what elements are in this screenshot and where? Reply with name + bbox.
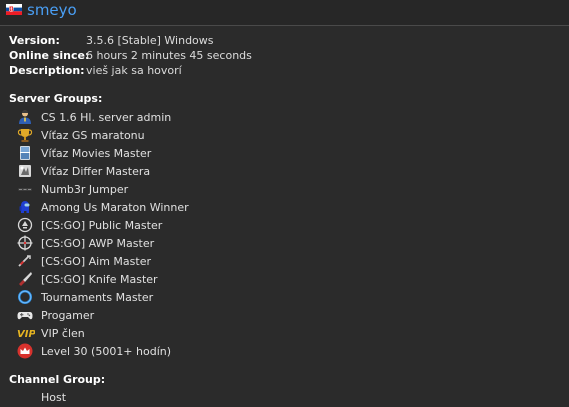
movie-icon [17,145,33,161]
trophy-icon [17,127,33,143]
server-group-label: Víťaz GS maratonu [41,129,145,142]
admin-person-icon [17,109,33,125]
server-group-label: CS 1.6 Hl. server admin [41,111,172,124]
description-value: vieš jak sa hovorí [86,64,182,77]
online-since-label: Online since: [9,49,90,62]
server-group-label: Víťaz Differ Mastera [41,165,151,178]
version-row: Version: 3.5.6 [Stable] Windows [9,33,214,48]
server-groups-title: Server Groups: [9,92,103,105]
channel-group-title: Channel Group: [9,373,106,386]
server-group-label: [CS:GO] Aim Master [41,255,151,268]
server-group-label: Among Us Maraton Winner [41,201,189,214]
description-label: Description: [9,64,85,77]
client-header: smeyo [0,0,569,26]
knife-icon [17,271,33,287]
version-label: Version: [9,34,60,47]
version-value: 3.5.6 [Stable] Windows [86,34,214,47]
server-group-label: Progamer [41,309,95,322]
description-row: Description:vieš jak sa hovorí [9,63,182,78]
server-group-label: [CS:GO] Public Master [41,219,163,232]
differ-icon [17,163,33,179]
ring-icon [17,289,33,305]
server-group-label: Víťaz Movies Master [41,147,152,160]
among-us-icon [17,199,33,215]
server-group-label: Numb3r Jumper [41,183,129,196]
online-since-value: 6 hours 2 minutes 45 seconds [86,49,252,62]
crosshair-icon [17,235,33,251]
online-since-row: Online since:6 hours 2 minutes 45 second… [9,48,252,63]
channel-group-value: Host [41,391,67,404]
public-master-icon [17,217,33,233]
jumper-icon [17,181,33,197]
client-nickname: smeyo [27,1,77,19]
slovakia-flag-icon [6,4,22,15]
server-group-label: Level 30 (5001+ hodín) [41,345,172,358]
server-group-label: Tournaments Master [41,291,154,304]
vip-icon: VIP [17,325,35,341]
gamepad-icon [17,307,33,323]
server-group-label: VIP člen [41,327,85,340]
svg-text:VIP: VIP [17,329,35,340]
crown-icon [17,343,33,359]
server-group-label: [CS:GO] AWP Master [41,237,155,250]
aim-icon [17,253,33,269]
server-group-label: [CS:GO] Knife Master [41,273,158,286]
